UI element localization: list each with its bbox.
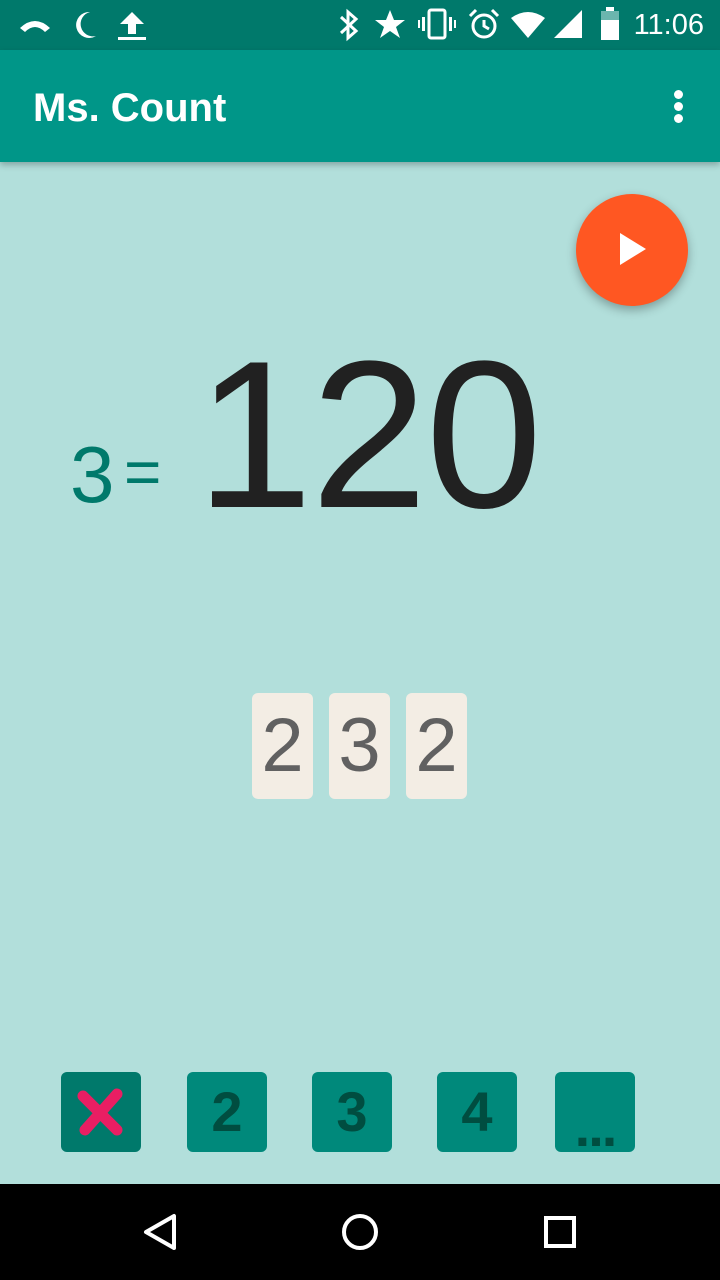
status-clock: 11:06 bbox=[633, 9, 704, 41]
number-button-4[interactable]: 4 bbox=[437, 1072, 517, 1152]
app-title: Ms. Count bbox=[33, 86, 227, 130]
vibrate-icon bbox=[418, 8, 456, 40]
more-button[interactable]: ... bbox=[555, 1072, 635, 1158]
number-button-2[interactable]: 2 bbox=[187, 1072, 267, 1152]
equals-sign: = bbox=[124, 436, 162, 508]
alarm-icon bbox=[468, 8, 500, 40]
recents-icon[interactable] bbox=[540, 1212, 580, 1257]
battery-icon bbox=[600, 7, 620, 41]
multiplier-value: 3 bbox=[70, 430, 115, 519]
clear-button[interactable] bbox=[61, 1072, 141, 1152]
overflow-menu-icon[interactable] bbox=[658, 84, 698, 128]
home-icon[interactable] bbox=[340, 1212, 380, 1257]
digit-tile: 2 bbox=[252, 693, 313, 799]
app-bar: Ms. Count bbox=[0, 50, 720, 162]
cell-signal-icon bbox=[552, 8, 584, 40]
number-button-3[interactable]: 3 bbox=[312, 1072, 392, 1152]
upload-icon bbox=[116, 10, 148, 42]
play-button[interactable] bbox=[576, 194, 688, 306]
wifi-icon bbox=[510, 10, 546, 40]
close-x-icon bbox=[77, 1088, 123, 1136]
status-bar: 11:06 bbox=[0, 0, 720, 50]
result-number: 120 bbox=[196, 317, 542, 552]
navigation-bar bbox=[0, 1184, 720, 1280]
signal-arc-icon bbox=[18, 14, 52, 34]
play-icon bbox=[620, 233, 646, 265]
bluetooth-icon bbox=[338, 8, 360, 42]
back-icon[interactable] bbox=[140, 1212, 180, 1257]
moon-icon bbox=[72, 10, 98, 40]
digit-tile: 3 bbox=[329, 693, 390, 799]
digit-tile: 2 bbox=[406, 693, 467, 799]
star-icon bbox=[374, 8, 406, 40]
